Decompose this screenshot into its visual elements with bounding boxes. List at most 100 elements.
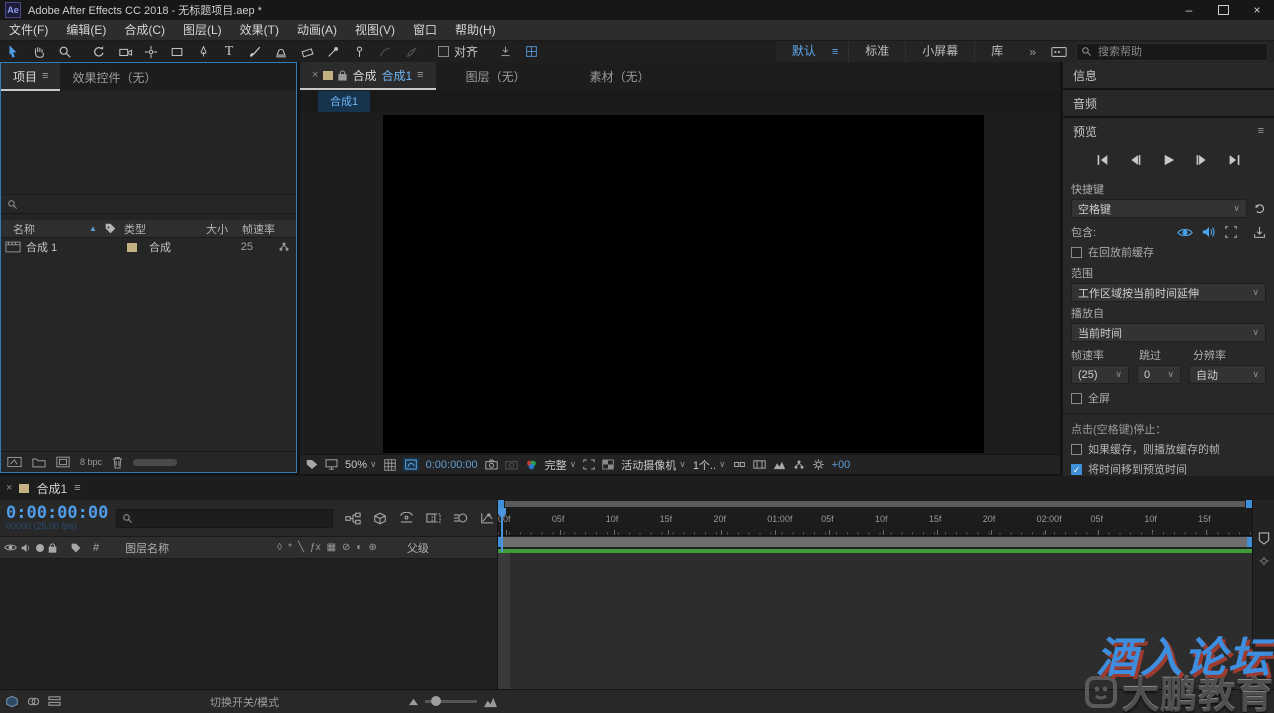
range-dropdown[interactable]: 工作区域按当前时间延伸 ∨: [1071, 283, 1266, 302]
menu-window[interactable]: 窗口: [404, 20, 446, 40]
hide-shy-layers-icon[interactable]: [399, 512, 414, 525]
help-search-input[interactable]: [1096, 45, 1263, 59]
cache-before-playback-checkbox[interactable]: [1071, 247, 1082, 258]
close-tab-icon[interactable]: ×: [312, 69, 318, 81]
panel-options-icon[interactable]: [1046, 41, 1072, 62]
panel-menu-icon[interactable]: ≡: [74, 482, 80, 494]
column-type[interactable]: 类型: [116, 221, 186, 237]
zoom-tool-icon[interactable]: [52, 41, 78, 62]
column-name[interactable]: 名称: [1, 221, 89, 237]
parent-column[interactable]: 父级: [407, 540, 429, 556]
project-search[interactable]: [1, 195, 296, 214]
label-column-icon[interactable]: [105, 223, 116, 234]
workspace-standard[interactable]: 标准: [848, 41, 905, 62]
menu-composition[interactable]: 合成(C): [115, 20, 174, 40]
previous-frame-button[interactable]: [1126, 152, 1146, 168]
tab-project[interactable]: 项目 ≡: [1, 63, 60, 91]
next-frame-button[interactable]: [1192, 152, 1212, 168]
hand-tool-icon[interactable]: [26, 41, 52, 62]
scrollbar-right-cap[interactable]: [1246, 500, 1252, 508]
adjustment-switch-icon[interactable]: ◐: [356, 542, 362, 553]
include-overlays-icon[interactable]: [1225, 226, 1237, 238]
close-tab-icon[interactable]: ×: [6, 482, 12, 494]
workspace-menu-icon[interactable]: ≡: [832, 46, 848, 58]
close-button[interactable]: ×: [1240, 0, 1274, 20]
first-frame-button[interactable]: [1093, 152, 1113, 168]
zoom-slider[interactable]: [425, 700, 477, 703]
restore-button[interactable]: [1206, 0, 1240, 20]
menu-animation[interactable]: 动画(A): [288, 20, 346, 40]
solo-icon[interactable]: [36, 544, 44, 552]
selection-tool-icon[interactable]: [0, 41, 26, 62]
timeline-horizontal-scrollbar[interactable]: [498, 500, 1252, 508]
tab-effect-controls[interactable]: 效果控件（无）: [60, 63, 168, 91]
panel-menu-icon[interactable]: ≡: [1258, 125, 1264, 137]
zoom-in-mountain-icon[interactable]: [483, 696, 498, 708]
panel-menu-icon[interactable]: ≡: [42, 70, 48, 82]
move-time-checkbox[interactable]: ✓: [1071, 464, 1082, 475]
comp-marker-bin-icon[interactable]: [1258, 532, 1270, 545]
brush-tool-icon[interactable]: [242, 41, 268, 62]
mask-visibility-icon[interactable]: [403, 458, 419, 471]
play-from-dropdown[interactable]: 当前时间 ∨: [1071, 323, 1266, 342]
resolution-preview-dropdown[interactable]: 自动 ∨: [1189, 365, 1266, 384]
grid-guides-icon[interactable]: [384, 459, 396, 471]
info-panel-title[interactable]: 信息: [1073, 67, 1097, 84]
workspace-default[interactable]: 默认: [776, 41, 832, 62]
zoom-out-mountain-icon[interactable]: [408, 697, 419, 706]
expand-transfer-controls-icon[interactable]: [27, 695, 40, 708]
menu-effect[interactable]: 效果(T): [231, 20, 288, 40]
work-area-bar[interactable]: [498, 536, 1252, 548]
rotate-tool-icon[interactable]: [86, 41, 112, 62]
collapse-switch-icon[interactable]: *: [288, 542, 292, 553]
magnification-dropdown[interactable]: 50% ∨: [345, 459, 377, 471]
delete-icon[interactable]: [112, 456, 123, 469]
menu-layer[interactable]: 图层(L): [174, 20, 231, 40]
menu-file[interactable]: 文件(F): [0, 20, 57, 40]
framerate-dropdown[interactable]: (25) ∨: [1071, 365, 1129, 384]
last-frame-button[interactable]: [1225, 152, 1245, 168]
minimize-button[interactable]: –: [1172, 0, 1206, 20]
menu-view[interactable]: 视图(V): [346, 20, 404, 40]
preview-panel-title[interactable]: 预览: [1073, 123, 1097, 140]
effect-switch-icon[interactable]: ƒx: [310, 542, 321, 553]
pan-behind-tool-icon[interactable]: [138, 41, 164, 62]
roto-brush-tool-icon[interactable]: [320, 41, 346, 62]
show-channel-icon[interactable]: [525, 459, 538, 471]
shape-tool-icon[interactable]: [164, 41, 190, 62]
lock-icon[interactable]: [338, 70, 347, 81]
tab-footage[interactable]: 素材（无）: [578, 62, 662, 90]
settings-gear-icon[interactable]: [812, 458, 825, 471]
comp-button-icon[interactable]: [1258, 555, 1270, 567]
work-area-end-handle[interactable]: [1247, 537, 1252, 547]
include-video-eye-icon[interactable]: [1177, 227, 1193, 238]
motion-blur-switch-icon[interactable]: ⊘: [342, 542, 350, 553]
timeline-search-input[interactable]: [137, 511, 327, 525]
interpret-footage-icon[interactable]: [7, 456, 22, 468]
horizontal-scrollbar[interactable]: [133, 459, 177, 466]
render-graph-icon[interactable]: [793, 459, 805, 471]
play-cached-checkbox[interactable]: [1071, 444, 1082, 455]
transparency-grid-icon[interactable]: [602, 459, 614, 470]
timeline-search[interactable]: [116, 509, 333, 528]
new-folder-icon[interactable]: [32, 457, 46, 468]
pixel-aspect-icon[interactable]: [753, 459, 766, 470]
audio-panel-title[interactable]: 音频: [1073, 95, 1097, 112]
frame-blending-icon[interactable]: [426, 512, 441, 525]
project-bpc-label[interactable]: 8 bpc: [80, 457, 102, 467]
composition-stage[interactable]: [383, 115, 984, 453]
project-search-input[interactable]: [23, 196, 290, 212]
snapshot-icon[interactable]: [485, 459, 498, 470]
snapping-control[interactable]: 对齐: [438, 43, 478, 60]
mini-flowchart-icon[interactable]: [345, 512, 361, 525]
include-audio-speaker-icon[interactable]: [1202, 226, 1216, 238]
skip-dropdown[interactable]: 0 ∨: [1137, 365, 1181, 384]
expand-inout-panes-icon[interactable]: [48, 695, 61, 708]
graph-editor-icon[interactable]: [480, 512, 494, 525]
column-fps[interactable]: 帧速率: [228, 221, 275, 237]
play-button[interactable]: [1159, 152, 1179, 168]
zoom-slider-knob[interactable]: [431, 696, 441, 706]
resolution-dropdown[interactable]: 完整 ∨: [545, 457, 577, 473]
draft-3d-icon[interactable]: [373, 512, 387, 525]
workspace-overflow-icon[interactable]: »: [1019, 45, 1046, 59]
